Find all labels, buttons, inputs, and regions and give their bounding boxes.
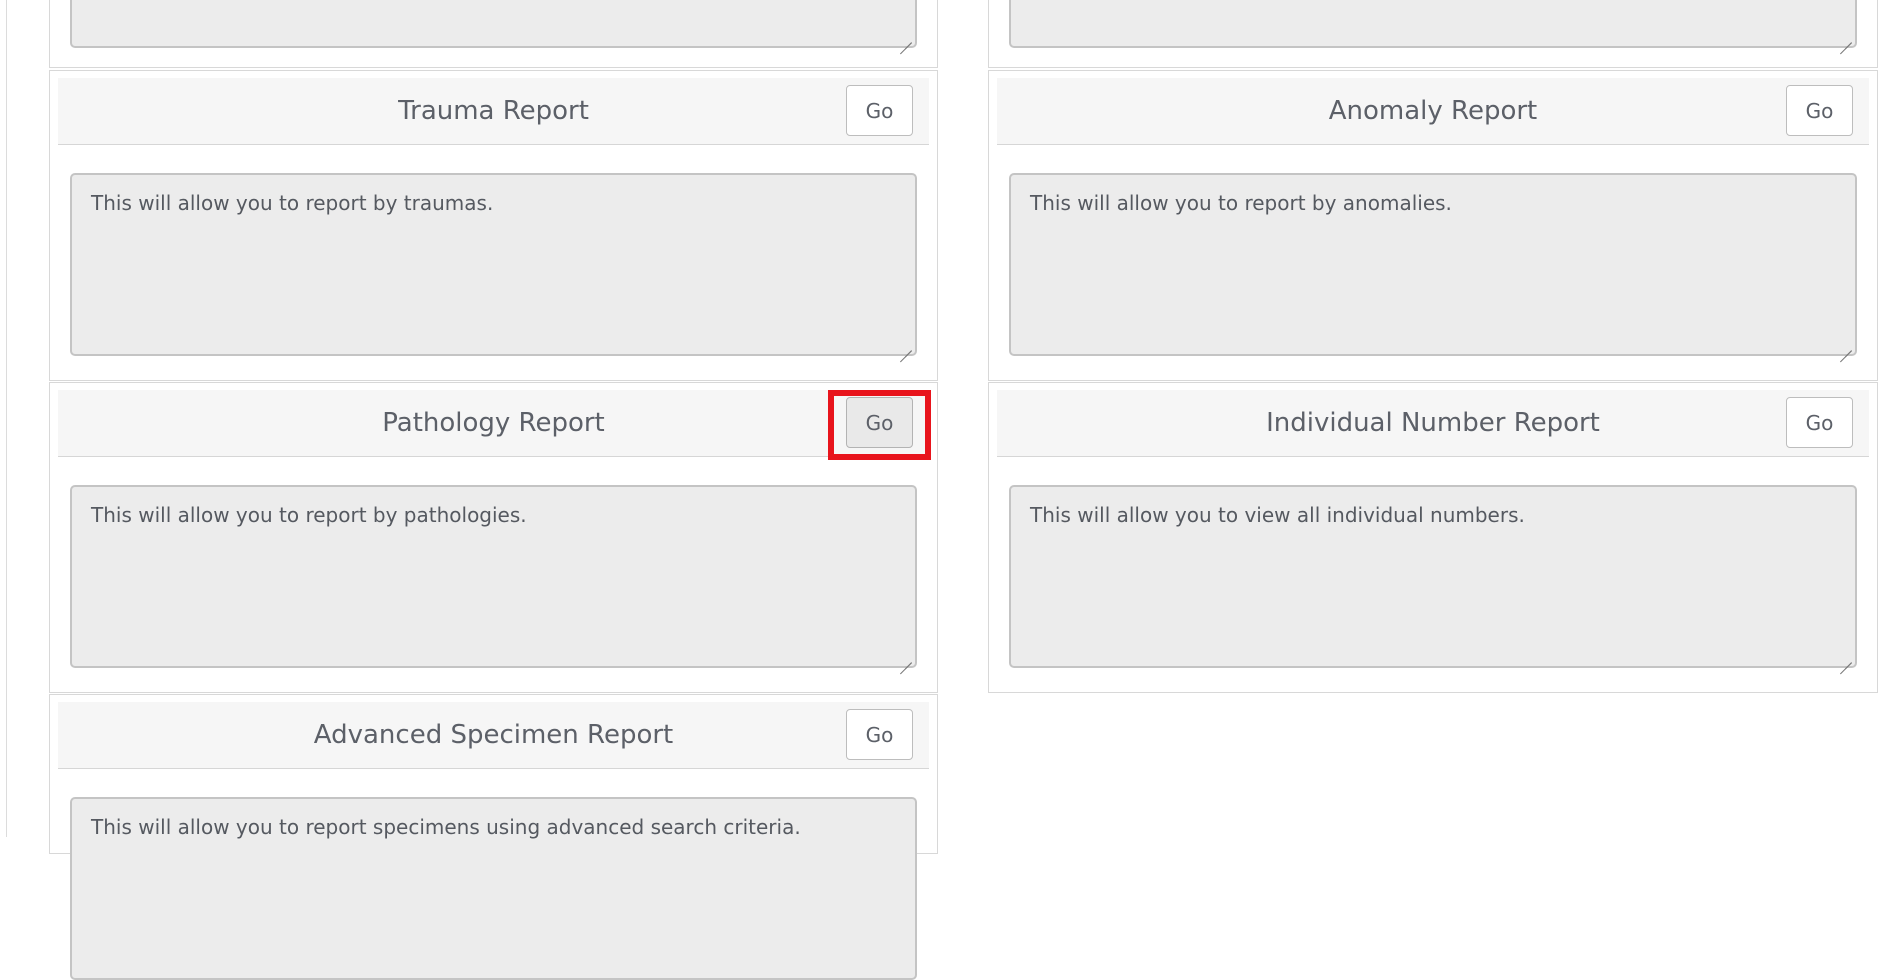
description-textarea[interactable]: This will allow you to report by patholo… [70,485,917,668]
report-card-individual-number: Individual Number Report Go This will al… [988,382,1878,693]
report-card-pathology: Pathology Report Go This will allow you … [49,382,938,693]
description-textarea[interactable]: This will allow you to report specimens … [70,797,917,980]
pathology-go-button[interactable]: Go [846,397,913,448]
card-above-left [49,0,938,68]
card-header: Advanced Specimen Report Go [58,702,929,769]
page-left-border [6,0,7,837]
resize-grip-icon[interactable] [1840,31,1852,43]
resize-grip-icon[interactable] [1840,651,1852,663]
card-header: Pathology Report Go [58,390,931,460]
description-textarea-above-right[interactable] [1009,0,1857,48]
description-text: This will allow you to report by patholo… [91,503,527,527]
description-textarea[interactable]: This will allow you to report by anomali… [1009,173,1857,356]
resize-grip-icon[interactable] [900,31,912,43]
trauma-go-button[interactable]: Go [846,85,913,136]
card-header: Trauma Report Go [58,78,929,145]
report-card-anomaly: Anomaly Report Go This will allow you to… [988,70,1878,381]
report-card-trauma: Trauma Report Go This will allow you to … [49,70,938,381]
resize-grip-icon[interactable] [900,651,912,663]
resize-grip-icon[interactable] [900,339,912,351]
description-textarea[interactable]: This will allow you to view all individu… [1009,485,1857,668]
report-card-advanced-specimen: Advanced Specimen Report Go This will al… [49,694,938,980]
anomaly-go-button[interactable]: Go [1786,85,1853,136]
card-title: Trauma Report [398,96,589,126]
card-title: Advanced Specimen Report [313,720,674,750]
card-header: Individual Number Report Go [997,390,1869,457]
description-text: This will allow you to report by anomali… [1030,191,1452,215]
description-textarea[interactable]: This will allow you to report by traumas… [70,173,917,356]
card-header: Anomaly Report Go [997,78,1869,145]
card-title: Pathology Report [382,408,605,438]
resize-grip-icon[interactable] [1840,339,1852,351]
advanced-specimen-go-button[interactable]: Go [846,709,913,760]
description-text: This will allow you to report specimens … [91,815,801,839]
description-text: This will allow you to view all individu… [1030,503,1525,527]
card-title: Individual Number Report [1266,408,1600,438]
card-title: Anomaly Report [1328,96,1538,126]
description-text: This will allow you to report by traumas… [91,191,494,215]
individual-number-go-button[interactable]: Go [1786,397,1853,448]
card-above-right [988,0,1878,68]
description-textarea-above-left[interactable] [70,0,917,48]
